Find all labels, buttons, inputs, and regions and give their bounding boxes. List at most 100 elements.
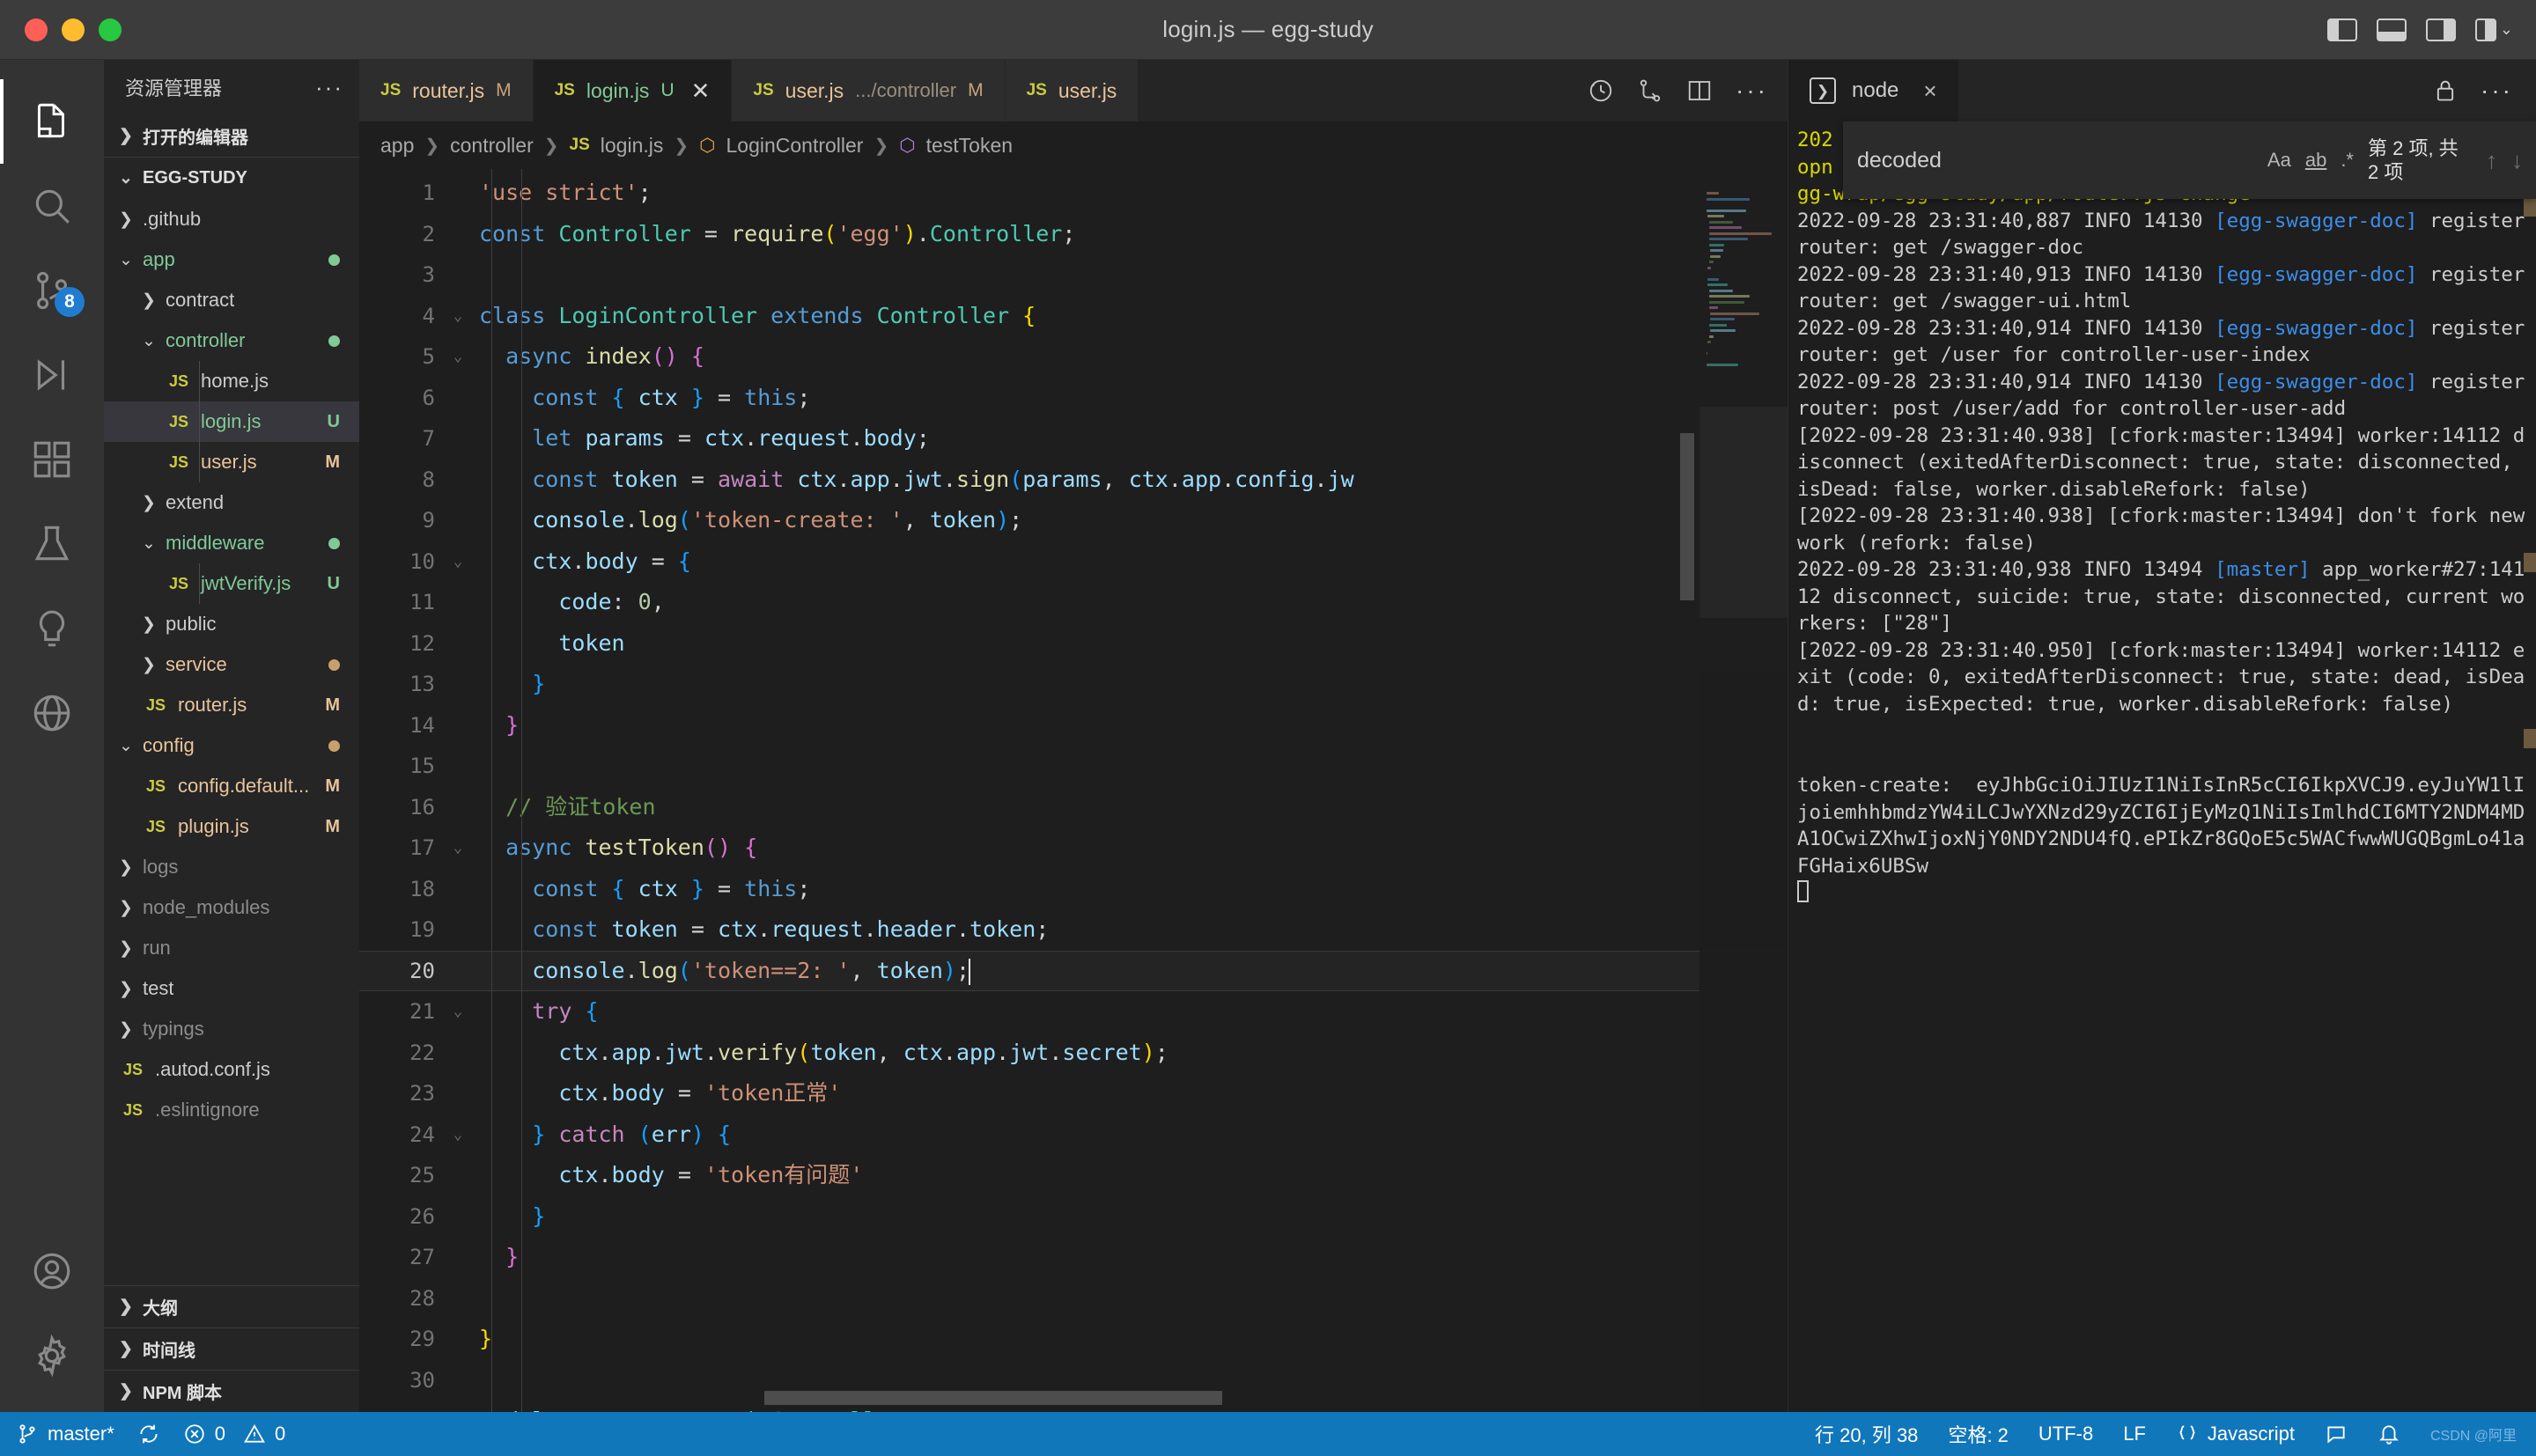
code-line[interactable]: 18 const { ctx } = this;	[359, 869, 1788, 910]
file-tree-item[interactable]: ⌄ app	[104, 239, 359, 280]
minimize-window-button[interactable]	[62, 18, 85, 41]
code-line[interactable]: 13 }	[359, 664, 1788, 705]
file-tree[interactable]: ❯ .github ⌄ app ❯ contract ⌄ controller JS home.j…	[104, 199, 359, 1285]
file-tree-item[interactable]: ❯ .github	[104, 199, 359, 239]
fold-indicator[interactable]: ⌄	[444, 827, 472, 869]
code-line[interactable]: 25 ctx.body = 'token有问题'	[359, 1155, 1788, 1196]
code-line[interactable]: 4 ⌄ class LoginController extends Controll…	[359, 296, 1788, 337]
code-lines[interactable]: 1 'use strict'; 2 const Controller = requir…	[359, 169, 1788, 1412]
lock-icon[interactable]	[2433, 78, 2458, 103]
code-line[interactable]: 15	[359, 746, 1788, 787]
file-tree-item[interactable]: JS .eslintignore	[104, 1090, 359, 1130]
code-line[interactable]: 16 // 验证token	[359, 787, 1788, 828]
file-tree-item[interactable]: ❯ test	[104, 968, 359, 1009]
activitybar-item-extensions[interactable]	[0, 417, 104, 502]
code-line[interactable]: 6 const { ctx } = this;	[359, 378, 1788, 419]
breadcrumb-item[interactable]: testToken	[926, 134, 1013, 158]
file-tree-item[interactable]: ⌄ middleware	[104, 523, 359, 563]
sidebar-section-project[interactable]: ⌄ EGG-STUDY	[104, 157, 359, 199]
file-tree-item[interactable]: JS router.js M	[104, 685, 359, 725]
activitybar-item-search[interactable]	[0, 164, 104, 248]
more-actions-icon[interactable]: ···	[1736, 78, 1768, 103]
toggle-panel-icon[interactable]	[2376, 18, 2407, 41]
terminal-find-input[interactable]: decoded	[1857, 148, 2253, 173]
find-next-icon[interactable]: ↓	[2511, 147, 2523, 174]
file-tree-item[interactable]: ❯ node_modules	[104, 887, 359, 928]
activitybar-item-explorer[interactable]	[0, 79, 104, 164]
editor-tab-actions[interactable]: ···	[1568, 60, 1788, 121]
fold-indicator[interactable]: ⌄	[444, 296, 472, 337]
file-tree-item[interactable]: ❯ extend	[104, 482, 359, 523]
file-tree-item[interactable]: ❯ typings	[104, 1009, 359, 1049]
code-line[interactable]: 7 let params = ctx.request.body;	[359, 418, 1788, 460]
file-tree-item[interactable]: ❯ public	[104, 604, 359, 644]
editor-vertical-scrollbar[interactable]	[1680, 433, 1694, 600]
file-tree-item[interactable]: ❯ logs	[104, 847, 359, 887]
activitybar-item-remote[interactable]	[0, 671, 104, 755]
fold-indicator[interactable]: ⌄	[444, 991, 472, 1033]
code-line[interactable]: 11 code: 0,	[359, 582, 1788, 623]
breadcrumb-item[interactable]: controller	[450, 134, 534, 158]
terminal-panel-actions[interactable]: ···	[2433, 78, 2536, 103]
timeline-icon[interactable]	[1588, 77, 1614, 104]
file-tree-item[interactable]: JS plugin.js M	[104, 806, 359, 847]
code-line[interactable]: 27 }	[359, 1237, 1788, 1278]
status-eol[interactable]: LF	[2123, 1423, 2146, 1445]
code-line[interactable]: 10 ⌄ ctx.body = {	[359, 541, 1788, 583]
activitybar-item-ideas[interactable]	[0, 586, 104, 671]
file-tree-item[interactable]: ❯ run	[104, 928, 359, 968]
code-line[interactable]: 23 ctx.body = 'token正常'	[359, 1073, 1788, 1114]
whole-word-icon[interactable]: ab	[2305, 149, 2326, 172]
code-line[interactable]: 20 console.log('token==2: ', token);	[359, 950, 1788, 991]
status-cursor-position[interactable]: 行 20, 列 38	[1815, 1420, 1918, 1448]
close-tab-icon[interactable]: ✕	[691, 77, 711, 105]
sidebar-section-npm-scripts[interactable]: ❯ NPM 脚本	[104, 1370, 359, 1412]
breadcrumb-item[interactable]: app	[380, 134, 414, 158]
status-language-mode[interactable]: Javascript	[2176, 1423, 2295, 1445]
sidebar-more-icon[interactable]: ···	[315, 76, 343, 99]
toggle-secondary-sidebar-icon[interactable]	[2425, 18, 2456, 41]
code-line[interactable]: 19 const token = ctx.request.header.toke…	[359, 909, 1788, 951]
code-line[interactable]: 9 console.log('token-create: ', token);	[359, 500, 1788, 541]
code-line[interactable]: 22 ctx.app.jwt.verify(token, ctx.app.jwt…	[359, 1033, 1788, 1074]
close-window-button[interactable]	[25, 18, 48, 41]
breadcrumb[interactable]: app ❯ controller ❯ JS login.js ❯ ⬡ LoginControll…	[359, 121, 1788, 169]
file-tree-item[interactable]: JS login.js U	[104, 401, 359, 442]
fold-indicator[interactable]: ⌄	[444, 336, 472, 378]
code-line[interactable]: 8 const token = await ctx.app.jwt.sign(p…	[359, 460, 1788, 501]
status-sync[interactable]	[137, 1423, 160, 1445]
file-tree-item[interactable]: JS jwtVerify.js U	[104, 563, 359, 604]
status-problems[interactable]: 0 0	[183, 1423, 285, 1445]
customize-layout-icon[interactable]: ⌄	[2474, 18, 2513, 41]
editor-tab[interactable]: JS user.js	[1005, 60, 1139, 121]
file-tree-item[interactable]: JS user.js M	[104, 442, 359, 482]
editor-tab[interactable]: JS router.js M	[359, 60, 534, 121]
activitybar-item-testing[interactable]	[0, 502, 104, 586]
fold-indicator[interactable]: ⌄	[444, 1114, 472, 1156]
editor-horizontal-scrollbar[interactable]	[764, 1391, 1222, 1405]
code-line[interactable]: 29}	[359, 1319, 1788, 1360]
window-controls[interactable]	[0, 18, 122, 41]
code-line[interactable]: 26 }	[359, 1196, 1788, 1238]
activitybar-item-run-and-debug[interactable]	[0, 333, 104, 417]
code-line[interactable]: 21 ⌄ try {	[359, 991, 1788, 1033]
zoom-window-button[interactable]	[99, 18, 122, 41]
code-line[interactable]: 2 const Controller = require('egg').Contr…	[359, 214, 1788, 255]
status-encoding[interactable]: UTF-8	[2038, 1423, 2093, 1445]
activitybar-item-accounts[interactable]	[0, 1229, 104, 1313]
file-tree-item[interactable]: JS config.default... M	[104, 766, 359, 806]
code-line[interactable]: 1 'use strict';	[359, 173, 1788, 214]
find-previous-icon[interactable]: ↑	[2486, 147, 2497, 174]
file-tree-item[interactable]: JS .autod.conf.js	[104, 1049, 359, 1090]
status-indentation[interactable]: 空格: 2	[1948, 1420, 2008, 1448]
status-feedback[interactable]	[2325, 1423, 2348, 1445]
file-tree-item[interactable]: ❯ service	[104, 644, 359, 685]
editor-minimap[interactable]	[1699, 169, 1788, 1412]
code-line[interactable]: 12 token	[359, 623, 1788, 665]
file-tree-item[interactable]: JS home.js	[104, 361, 359, 401]
match-case-icon[interactable]: Aa	[2267, 149, 2291, 172]
code-line[interactable]: 14 }	[359, 705, 1788, 746]
code-line[interactable]: 5 ⌄ async index() {	[359, 336, 1788, 378]
compare-icon[interactable]	[1637, 77, 1663, 104]
regex-icon[interactable]: .*	[2341, 149, 2354, 172]
